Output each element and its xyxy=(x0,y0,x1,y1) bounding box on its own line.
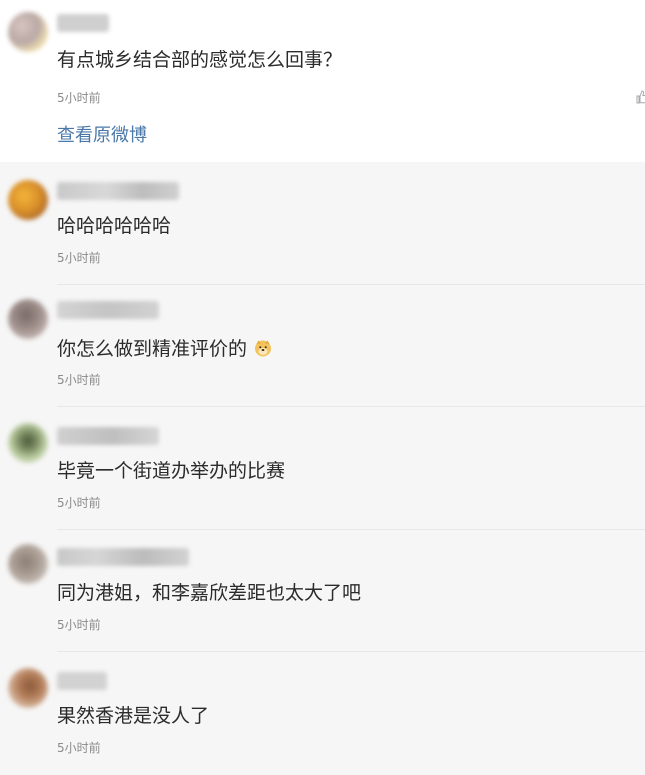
avatar[interactable] xyxy=(8,180,48,220)
reply-text: 毕竟一个街道办举办的比赛 xyxy=(57,460,286,482)
username-blurred[interactable] xyxy=(57,14,109,32)
reply-item: 果然香港是没人了 5小时前 xyxy=(0,652,645,775)
reply-text: 果然香港是没人了 xyxy=(57,705,210,727)
reply-item: 哈哈哈哈哈哈 5小时前 xyxy=(0,162,645,285)
reply-text: 哈哈哈哈哈哈 xyxy=(57,215,172,237)
username-blurred[interactable] xyxy=(57,548,189,566)
username-blurred[interactable] xyxy=(57,427,159,445)
reply-timestamp: 5小时前 xyxy=(57,373,101,387)
thumbs-up-icon[interactable] xyxy=(636,90,645,104)
comment-text: 有点城乡结合部的感觉怎么回事？ xyxy=(57,49,343,71)
avatar[interactable] xyxy=(8,423,48,463)
reply-text-content: 你怎么做到精准评价的 xyxy=(57,338,248,360)
reply-item: 同为港姐，和李嘉欣差距也太大了吧 5小时前 xyxy=(0,530,645,652)
reply-item: 你怎么做到精准评价的 5小时前 xyxy=(0,285,645,407)
reply-timestamp: 5小时前 xyxy=(57,618,101,632)
username-blurred[interactable] xyxy=(57,182,179,200)
thumbs-up-icon-svg xyxy=(636,90,645,104)
reply-item: 毕竟一个街道办举办的比赛 5小时前 xyxy=(0,407,645,530)
top-comment-card: 有点城乡结合部的感觉怎么回事？ 5小时前 查看原微博 xyxy=(0,0,645,162)
reply-text: 你怎么做到精准评价的 xyxy=(57,337,272,361)
doge-emoji-icon xyxy=(255,340,272,357)
avatar[interactable] xyxy=(8,12,48,52)
replies-section: 哈哈哈哈哈哈 5小时前 你怎么做到精准评价的 5小时前 毕竟一个街道办举办的比赛… xyxy=(0,162,645,775)
avatar[interactable] xyxy=(8,544,48,584)
reply-timestamp: 5小时前 xyxy=(57,496,101,510)
reply-timestamp: 5小时前 xyxy=(57,251,101,265)
reply-text: 同为港姐，和李嘉欣差距也太大了吧 xyxy=(57,582,362,604)
comment-thread: 有点城乡结合部的感觉怎么回事？ 5小时前 查看原微博 哈哈哈哈哈哈 5小时前 你… xyxy=(0,0,645,775)
avatar[interactable] xyxy=(8,668,48,708)
comment-timestamp: 5小时前 xyxy=(57,91,101,105)
avatar[interactable] xyxy=(8,299,48,339)
reply-timestamp: 5小时前 xyxy=(57,741,101,755)
username-blurred[interactable] xyxy=(57,672,107,690)
username-blurred[interactable] xyxy=(57,301,159,319)
view-original-weibo-link[interactable]: 查看原微博 xyxy=(57,124,147,148)
